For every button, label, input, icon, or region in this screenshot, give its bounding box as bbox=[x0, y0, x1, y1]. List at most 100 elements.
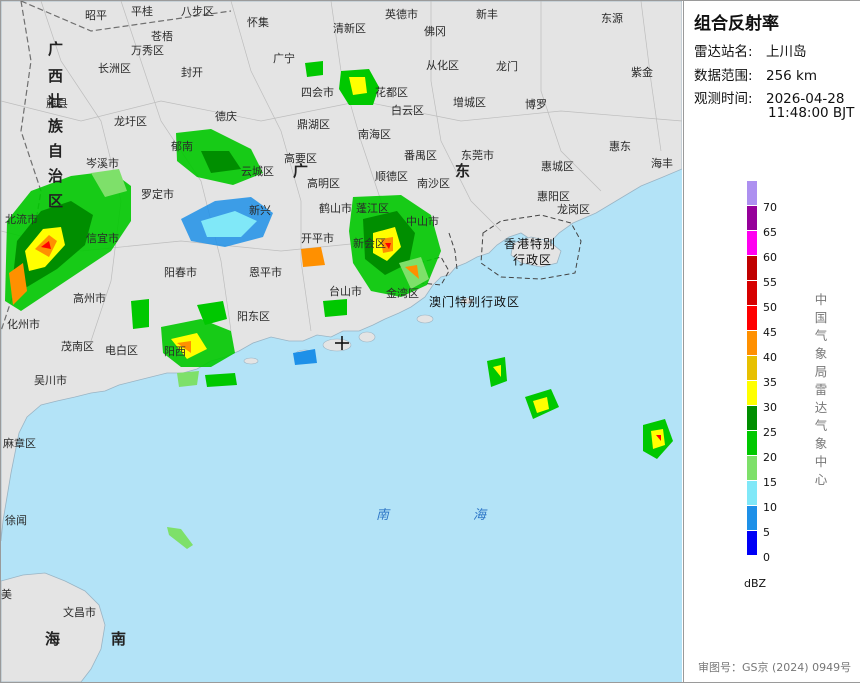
legend-level-label: 15 bbox=[763, 476, 777, 489]
legend-level-label: 45 bbox=[763, 326, 777, 339]
place-label: 龙圩区 bbox=[114, 115, 147, 128]
sar-label: 澳门特别行政区 bbox=[429, 295, 521, 309]
legend-level-label: 20 bbox=[763, 451, 777, 464]
legend-level-label: 65 bbox=[763, 226, 777, 239]
legend-swatch bbox=[747, 406, 757, 430]
range-label: 数据范围: bbox=[694, 68, 753, 84]
legend-swatch bbox=[747, 506, 757, 530]
legend-level-label: 55 bbox=[763, 276, 777, 289]
place-label: 昭平 bbox=[85, 9, 107, 22]
station-value: 上川岛 bbox=[766, 44, 807, 60]
province-label: 东 bbox=[455, 162, 471, 180]
legend-swatch bbox=[747, 231, 757, 255]
legend-swatch bbox=[747, 481, 757, 505]
place-label: 怀集 bbox=[247, 16, 269, 29]
place-label: 紫金 bbox=[631, 66, 653, 79]
legend-level-label: 70 bbox=[763, 201, 777, 214]
legend-swatch bbox=[747, 356, 757, 380]
time-label: 观测时间: bbox=[694, 91, 753, 107]
place-label: 英德市 bbox=[385, 8, 418, 21]
legend-swatch bbox=[747, 181, 757, 205]
place-label: 龙门 bbox=[496, 60, 518, 73]
place-label: 云城区 bbox=[241, 165, 274, 178]
radar-map[interactable]: 藤县 昭平 平桂 八步区 怀集 苍梧 万秀区 长洲区 封开 龙圩区 岑溪市 罗定市 郁南 德庆 云城区 新兴鼎… bbox=[1, 1, 682, 682]
place-label: 金湾区 bbox=[386, 287, 419, 300]
place-label: 苍梧 bbox=[151, 30, 173, 43]
province-label: 壮 bbox=[48, 92, 64, 110]
place-label: 徐闻 bbox=[5, 514, 27, 527]
range-value: 256 km bbox=[766, 68, 818, 84]
range-row: 数据范围: 256 km bbox=[694, 64, 817, 84]
place-label: 花都区 bbox=[375, 86, 408, 99]
place-label: 东莞市 bbox=[461, 149, 494, 162]
legend-level-label: 30 bbox=[763, 401, 777, 414]
legend-swatch bbox=[747, 331, 757, 355]
province-label: 自 bbox=[48, 142, 64, 160]
place-label: 四会市 bbox=[301, 86, 334, 99]
place-label: 新会区 bbox=[353, 237, 386, 250]
place-label: 麻章区 bbox=[3, 437, 36, 450]
place-label: 博罗 bbox=[525, 98, 547, 111]
place-label: 信宜市 bbox=[86, 232, 119, 245]
station-label: 雷达站名: bbox=[694, 44, 753, 60]
place-label: 郁南 bbox=[171, 140, 193, 153]
place-label: 中山市 bbox=[406, 215, 439, 228]
place-label: 清新区 bbox=[333, 22, 366, 35]
place-label: 茂南区 bbox=[61, 340, 94, 353]
place-label: 开平市 bbox=[301, 232, 334, 245]
sea-label: 海 bbox=[473, 508, 489, 523]
place-label: 佛冈 bbox=[424, 25, 446, 38]
legend-level-label: 10 bbox=[763, 501, 777, 514]
legend-unit: dBZ bbox=[744, 577, 767, 590]
sar-label: 香港特别 bbox=[504, 237, 557, 251]
place-label: 番禺区 bbox=[404, 149, 437, 162]
place-label: 罗定市 bbox=[141, 188, 174, 201]
place-label: 高明区 bbox=[307, 177, 340, 190]
province-label: 广 bbox=[293, 162, 309, 180]
agency-name: 中国气象局雷达气象中心 bbox=[814, 292, 828, 487]
place-label: 南海区 bbox=[358, 128, 391, 141]
place-label: 文昌市 bbox=[63, 606, 96, 619]
legend-level-label: 5 bbox=[763, 526, 770, 539]
legend-level-label: 40 bbox=[763, 351, 777, 364]
place-label: 吴川市 bbox=[34, 374, 67, 387]
province-label: 区 bbox=[48, 192, 64, 210]
legend-level-label: 25 bbox=[763, 426, 777, 439]
province-label: 西 bbox=[48, 67, 64, 85]
place-label: 阳西 bbox=[164, 345, 186, 358]
place-label: 惠阳区 bbox=[537, 190, 570, 203]
place-label: 蓬江区 bbox=[356, 202, 389, 215]
place-label: 恩平市 bbox=[249, 266, 282, 279]
place-label: 南沙区 bbox=[417, 177, 450, 190]
sar-label: 行政区 bbox=[513, 253, 553, 267]
province-label: 广 bbox=[48, 40, 64, 58]
province-label: 南 bbox=[111, 630, 127, 648]
time-value: 11:48:00 BJT bbox=[768, 105, 855, 121]
place-label: 海丰 bbox=[651, 157, 673, 170]
legend-swatch bbox=[747, 306, 757, 330]
legend-swatch bbox=[747, 381, 757, 405]
place-label: 平桂 bbox=[131, 5, 153, 18]
legend-level-label: 50 bbox=[763, 301, 777, 314]
sea-label: 南 bbox=[376, 508, 392, 523]
place-label: 岑溪市 bbox=[86, 157, 119, 170]
place-label: 鹤山市 bbox=[319, 202, 352, 215]
place-label: 新丰 bbox=[476, 8, 498, 21]
place-label: 惠城区 bbox=[541, 160, 574, 173]
place-label: 德庆 bbox=[215, 110, 237, 123]
place-label: 北流市 bbox=[5, 213, 38, 226]
info-panel: 组合反射率 雷达站名: 上川岛 数据范围: 256 km 观测时间: 2026-04-… bbox=[683, 1, 860, 682]
place-label: 鼎湖区 bbox=[297, 118, 330, 131]
map-base bbox=[1, 1, 682, 682]
product-title: 组合反射率 bbox=[694, 14, 779, 34]
place-label: 美 bbox=[1, 588, 12, 601]
legend-swatch bbox=[747, 531, 757, 555]
place-label: 电白区 bbox=[105, 344, 138, 357]
place-label: 惠东 bbox=[609, 140, 631, 153]
province-label: 海 bbox=[45, 630, 61, 648]
place-label: 白云区 bbox=[391, 104, 424, 117]
province-label: 族 bbox=[48, 117, 64, 135]
place-label: 广宁 bbox=[273, 52, 295, 65]
legend-swatch bbox=[747, 206, 757, 230]
place-label: 八步区 bbox=[181, 5, 214, 18]
